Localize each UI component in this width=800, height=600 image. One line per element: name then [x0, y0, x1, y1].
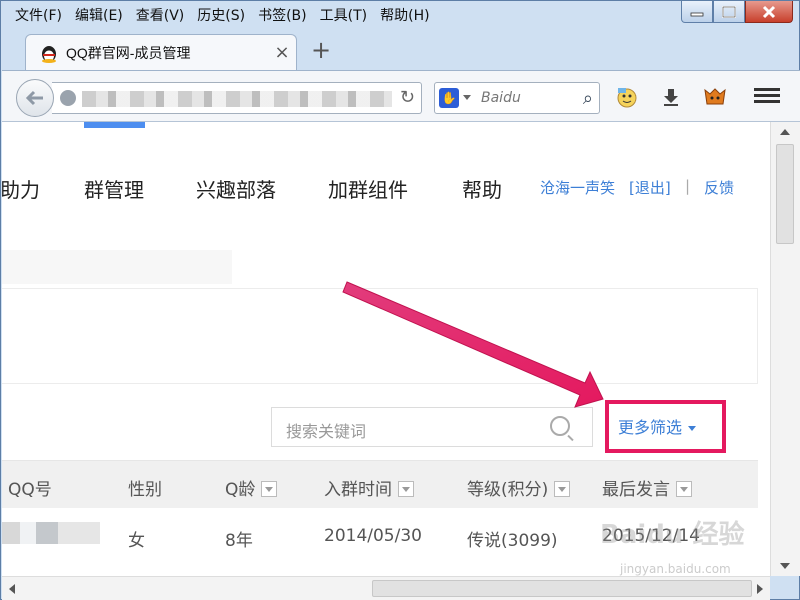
menu-help[interactable]: 帮助(H): [374, 6, 436, 26]
url-text-blurred: [82, 91, 392, 107]
navigation-bar: ↻ ✋ Baidu ⌕: [2, 70, 800, 122]
url-bar[interactable]: ↻: [52, 82, 422, 114]
username-link[interactable]: 沧海一声笑: [540, 177, 615, 198]
reload-button[interactable]: ↻: [400, 87, 415, 108]
addon-tiger-icon[interactable]: [702, 84, 728, 110]
scroll-left-icon[interactable]: [4, 578, 20, 600]
col-qq: QQ号: [8, 480, 52, 500]
page-content: 助力 群管理 兴趣部落 加群组件 帮助 沧海一声笑 [退出] | 反馈 搜索关键…: [2, 122, 770, 576]
back-button[interactable]: [16, 79, 54, 117]
watermark-logo: Baidu 经验: [600, 520, 745, 550]
cell-q-age: 8年: [225, 531, 253, 551]
col-join-date[interactable]: 入群时间: [324, 475, 414, 500]
globe-icon: [60, 90, 76, 106]
sort-dropdown-icon[interactable]: [398, 481, 414, 497]
cell-join-date: 2014/05/30: [324, 526, 422, 546]
col-level[interactable]: 等级(积分): [467, 475, 571, 500]
minimize-icon: [690, 12, 704, 16]
search-icon[interactable]: ⌕: [583, 88, 593, 109]
addon-face-icon[interactable]: [614, 84, 640, 110]
tab-close-button[interactable]: ×: [268, 42, 296, 63]
menu-tools[interactable]: 工具(T): [314, 6, 374, 26]
watermark-url: jingyan.baidu.com: [620, 562, 731, 576]
sort-dropdown-icon[interactable]: [261, 481, 278, 497]
filter-panel: [2, 288, 758, 384]
sort-dropdown-icon[interactable]: [676, 481, 692, 497]
menu-view[interactable]: 查看(V): [130, 6, 192, 26]
close-window-button[interactable]: [745, 1, 793, 23]
baidu-paw-icon[interactable]: ✋: [439, 88, 459, 108]
vertical-scroll-thumb[interactable]: [776, 144, 794, 244]
more-filters-label: 更多筛选: [618, 418, 683, 437]
close-icon: [762, 5, 776, 18]
dropdown-caret-icon: [688, 426, 697, 431]
feedback-link[interactable]: 反馈: [704, 177, 734, 198]
nav-item-help-power[interactable]: 助力: [2, 174, 40, 203]
menu-edit[interactable]: 编辑(E): [69, 6, 130, 26]
sort-dropdown-icon[interactable]: [554, 481, 571, 497]
search-bar[interactable]: ✋ Baidu ⌕: [434, 82, 600, 114]
menu-bar: 文件(F) 编辑(E) 查看(V) 历史(S) 书签(B) 工具(T) 帮助(H…: [9, 5, 437, 27]
hamburger-menu-icon[interactable]: [754, 85, 780, 107]
scroll-right-icon[interactable]: [752, 578, 768, 600]
logout-link[interactable]: [退出]: [629, 177, 671, 198]
qq-number-blurred: [2, 522, 100, 544]
nav-item-interest-tribe[interactable]: 兴趣部落: [196, 174, 276, 203]
maximize-button[interactable]: [713, 1, 745, 23]
maximize-icon: [722, 5, 736, 18]
menu-bookmarks[interactable]: 书签(B): [252, 6, 314, 26]
new-tab-button[interactable]: +: [307, 36, 335, 66]
search-engine-placeholder: Baidu: [481, 90, 521, 106]
col-gender: 性别: [128, 480, 162, 500]
horizontal-scrollbar[interactable]: [2, 576, 770, 600]
nav-active-indicator: [84, 122, 145, 128]
engine-dropdown-icon[interactable]: [463, 95, 471, 100]
menu-file[interactable]: 文件(F): [9, 6, 69, 26]
scroll-down-icon[interactable]: [771, 558, 799, 574]
tab-active[interactable]: QQ群官网-成员管理 ×: [25, 34, 297, 70]
col-q-age[interactable]: Q龄: [225, 475, 278, 500]
scroll-up-icon[interactable]: [771, 124, 799, 140]
search-icon[interactable]: [550, 416, 570, 436]
menu-history[interactable]: 历史(S): [191, 6, 252, 26]
qq-penguin-icon: [42, 45, 56, 63]
table-header: QQ号 性别 Q龄 入群时间 等级(积分) 最后发言: [2, 460, 758, 508]
browser-window: 文件(F) 编辑(E) 查看(V) 历史(S) 书签(B) 工具(T) 帮助(H…: [0, 0, 800, 600]
nav-item-help[interactable]: 帮助: [462, 174, 502, 203]
col-last-speak[interactable]: 最后发言: [602, 475, 692, 500]
minimize-button[interactable]: [681, 1, 713, 23]
cell-gender: 女: [128, 531, 145, 551]
cell-level: 传说(3099): [467, 531, 558, 551]
section-band: [2, 250, 232, 284]
nav-separator: |: [685, 177, 691, 195]
download-icon[interactable]: [658, 84, 684, 110]
member-search-input[interactable]: 搜索关键词: [271, 407, 593, 447]
window-controls: [681, 1, 793, 23]
tab-title: QQ群官网-成员管理: [66, 44, 191, 61]
back-arrow-icon: [25, 90, 43, 106]
nav-item-join-widget[interactable]: 加群组件: [328, 174, 408, 203]
more-filters-button[interactable]: 更多筛选: [618, 414, 697, 438]
search-placeholder: 搜索关键词: [286, 422, 367, 441]
vertical-scrollbar[interactable]: [770, 122, 800, 576]
horizontal-scroll-thumb[interactable]: [372, 580, 752, 597]
nav-item-group-manage[interactable]: 群管理: [84, 174, 144, 203]
